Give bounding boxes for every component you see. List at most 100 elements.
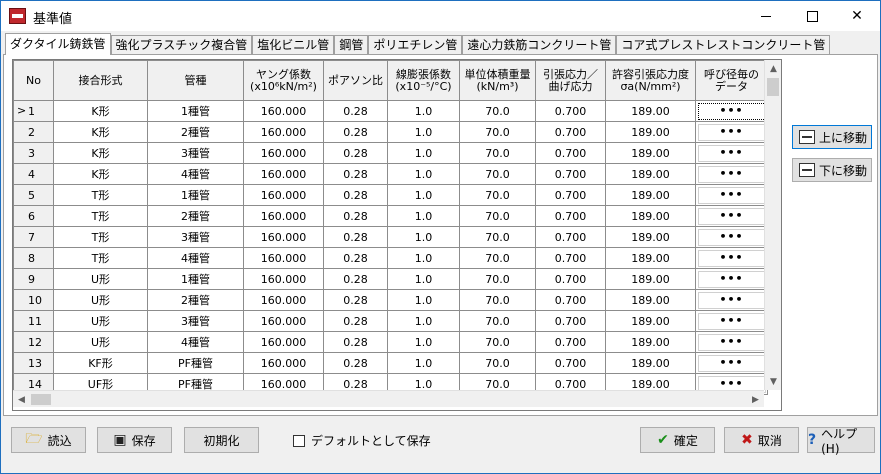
young-modulus-cell[interactable]: 160.000 (243, 310, 324, 332)
pipe-class-cell[interactable]: 1種管 (147, 184, 244, 206)
cancel-button[interactable]: ✖ 取消 (724, 427, 799, 453)
pipe-class-cell[interactable]: 3種管 (147, 226, 244, 248)
poisson-ratio-cell[interactable]: 0.28 (323, 121, 388, 143)
unit-weight-cell[interactable]: 70.0 (459, 331, 536, 353)
checkbox-box[interactable] (293, 434, 305, 447)
joint-type-cell[interactable]: T形 (53, 247, 148, 269)
diameter-data-button[interactable]: ••• (697, 102, 766, 120)
tab-centrifugal-rc[interactable]: 遠心力鉄筋コンクリート管 (462, 35, 617, 55)
poisson-ratio-cell[interactable]: 0.28 (323, 289, 388, 311)
minimize-button[interactable] (743, 1, 789, 31)
allowable-stress-cell[interactable]: 189.00 (605, 289, 696, 311)
poisson-ratio-cell[interactable]: 0.28 (323, 100, 388, 122)
pipe-class-cell[interactable]: PF種管 (147, 352, 244, 374)
move-down-button[interactable]: 下に移動 (792, 158, 872, 182)
young-modulus-cell[interactable]: 160.000 (243, 100, 324, 122)
vertical-scrollbar[interactable]: ▲ ▼ (764, 60, 781, 390)
joint-type-cell[interactable]: U形 (53, 268, 148, 290)
allowable-stress-cell[interactable]: 189.00 (605, 247, 696, 269)
stress-ratio-cell[interactable]: 0.700 (535, 289, 606, 311)
poisson-ratio-cell[interactable]: 0.28 (323, 205, 388, 227)
allowable-stress-cell[interactable]: 189.00 (605, 142, 696, 164)
pipe-class-cell[interactable]: 1種管 (147, 100, 244, 122)
tab-ductile-iron[interactable]: ダクタイル鋳鉄管 (5, 33, 111, 55)
diameter-data-button[interactable]: ••• (697, 291, 766, 309)
joint-type-cell[interactable]: T形 (53, 205, 148, 227)
maximize-button[interactable] (789, 1, 835, 31)
diameter-data-button[interactable]: ••• (697, 186, 766, 204)
thermal-expansion-cell[interactable]: 1.0 (387, 226, 460, 248)
joint-type-cell[interactable]: U形 (53, 331, 148, 353)
pipe-class-cell[interactable]: 4種管 (147, 247, 244, 269)
young-modulus-cell[interactable]: 160.000 (243, 226, 324, 248)
pipe-class-cell[interactable]: 4種管 (147, 331, 244, 353)
table-row[interactable]: >1 K形 1種管 160.000 0.28 1.0 70.0 0.700 189.00 ••• (13, 100, 768, 122)
pipe-class-cell[interactable]: 2種管 (147, 205, 244, 227)
thermal-expansion-cell[interactable]: 1.0 (387, 163, 460, 185)
tab-frp-composite[interactable]: 強化プラスチック複合管 (110, 35, 253, 55)
young-modulus-cell[interactable]: 160.000 (243, 352, 324, 374)
row-number-cell[interactable]: 8 (13, 247, 54, 269)
young-modulus-cell[interactable]: 160.000 (243, 121, 324, 143)
header-allowable-stress[interactable]: 許容引張応力度 σa(N/mm²) (605, 60, 696, 101)
header-unit-weight[interactable]: 単位体積重量 (kN/m³) (459, 60, 536, 101)
allowable-stress-cell[interactable]: 189.00 (605, 163, 696, 185)
vertical-scroll-thumb[interactable] (767, 78, 779, 96)
young-modulus-cell[interactable]: 160.000 (243, 331, 324, 353)
table-row[interactable]: 2 K形 2種管 160.000 0.28 1.0 70.0 0.700 189.00 ••• (13, 121, 768, 143)
unit-weight-cell[interactable]: 70.0 (459, 184, 536, 206)
allowable-stress-cell[interactable]: 189.00 (605, 226, 696, 248)
table-row[interactable]: 13 KF形 PF種管 160.000 0.28 1.0 70.0 0.700 189.00 ••… (13, 352, 768, 374)
young-modulus-cell[interactable]: 160.000 (243, 268, 324, 290)
load-button[interactable]: 🗁 読込 (11, 427, 86, 453)
poisson-ratio-cell[interactable]: 0.28 (323, 268, 388, 290)
poisson-ratio-cell[interactable]: 0.28 (323, 247, 388, 269)
header-thermal-expansion[interactable]: 線膨張係数 (x10⁻⁵/°C) (387, 60, 460, 101)
allowable-stress-cell[interactable]: 189.00 (605, 352, 696, 374)
stress-ratio-cell[interactable]: 0.700 (535, 205, 606, 227)
allowable-stress-cell[interactable]: 189.00 (605, 184, 696, 206)
initialize-button[interactable]: 初期化 (184, 427, 259, 453)
joint-type-cell[interactable]: T形 (53, 184, 148, 206)
stress-ratio-cell[interactable]: 0.700 (535, 268, 606, 290)
pipe-class-cell[interactable]: 1種管 (147, 268, 244, 290)
table-row[interactable]: 7 T形 3種管 160.000 0.28 1.0 70.0 0.700 189.00 ••• (13, 226, 768, 248)
thermal-expansion-cell[interactable]: 1.0 (387, 121, 460, 143)
unit-weight-cell[interactable]: 70.0 (459, 310, 536, 332)
stress-ratio-cell[interactable]: 0.700 (535, 331, 606, 353)
tab-pvc[interactable]: 塩化ビニル管 (252, 35, 335, 55)
row-number-cell[interactable]: 7 (13, 226, 54, 248)
header-young-modulus[interactable]: ヤング係数 (x10⁶kN/m²) (243, 60, 324, 101)
joint-type-cell[interactable]: U形 (53, 310, 148, 332)
diameter-data-button[interactable]: ••• (697, 249, 766, 267)
ok-button[interactable]: ✔ 確定 (640, 427, 715, 453)
table-row[interactable]: 10 U形 2種管 160.000 0.28 1.0 70.0 0.700 189.00 ••• (13, 289, 768, 311)
diameter-data-button[interactable]: ••• (697, 312, 766, 330)
thermal-expansion-cell[interactable]: 1.0 (387, 331, 460, 353)
joint-type-cell[interactable]: U形 (53, 289, 148, 311)
table-row[interactable]: 4 K形 4種管 160.000 0.28 1.0 70.0 0.700 189.00 ••• (13, 163, 768, 185)
header-stress-ratio[interactable]: 引張応力／ 曲げ応力 (535, 60, 606, 101)
unit-weight-cell[interactable]: 70.0 (459, 268, 536, 290)
unit-weight-cell[interactable]: 70.0 (459, 142, 536, 164)
scroll-down-arrow-icon[interactable]: ▼ (765, 373, 781, 390)
row-number-cell[interactable]: 3 (13, 142, 54, 164)
pipe-class-cell[interactable]: 2種管 (147, 289, 244, 311)
stress-ratio-cell[interactable]: 0.700 (535, 226, 606, 248)
joint-type-cell[interactable]: KF形 (53, 352, 148, 374)
header-pipe-class[interactable]: 管種 (147, 60, 244, 101)
table-row[interactable]: 12 U形 4種管 160.000 0.28 1.0 70.0 0.700 189.00 ••• (13, 331, 768, 353)
unit-weight-cell[interactable]: 70.0 (459, 121, 536, 143)
joint-type-cell[interactable]: K形 (53, 121, 148, 143)
table-row[interactable]: 9 U形 1種管 160.000 0.28 1.0 70.0 0.700 189.00 ••• (13, 268, 768, 290)
header-joint-type[interactable]: 接合形式 (53, 60, 148, 101)
close-button[interactable]: ✕ (834, 1, 880, 31)
unit-weight-cell[interactable]: 70.0 (459, 100, 536, 122)
stress-ratio-cell[interactable]: 0.700 (535, 352, 606, 374)
thermal-expansion-cell[interactable]: 1.0 (387, 184, 460, 206)
row-number-cell[interactable]: 10 (13, 289, 54, 311)
table-row[interactable]: 11 U形 3種管 160.000 0.28 1.0 70.0 0.700 189.00 ••• (13, 310, 768, 332)
allowable-stress-cell[interactable]: 189.00 (605, 205, 696, 227)
allowable-stress-cell[interactable]: 189.00 (605, 100, 696, 122)
help-button[interactable]: ? ヘルプ(H) (807, 427, 875, 456)
